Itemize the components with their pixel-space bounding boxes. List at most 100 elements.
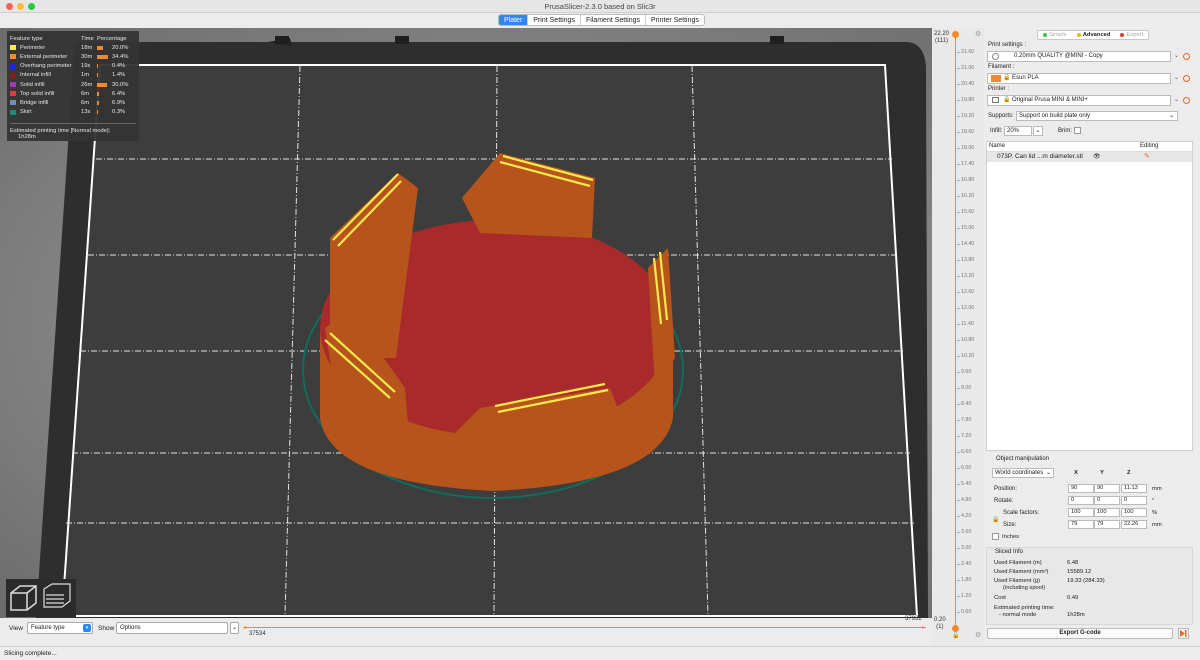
layer-tick-mark [957, 452, 960, 453]
legend-swatch [10, 109, 16, 115]
legend-row[interactable]: Perimeter 18m 20.0% [10, 43, 136, 52]
layer-tick-label: 6.60 [961, 449, 972, 455]
lock-icon[interactable]: 🔒 [992, 516, 999, 523]
supports-select[interactable]: Support on build plate only ⌄ [1016, 111, 1178, 121]
layer-tick-label: 19.20 [961, 113, 975, 119]
legend-row[interactable]: External perimeter 30m 34.4% [10, 52, 136, 61]
size-x-input[interactable]: 79 [1068, 520, 1094, 529]
size-y-input[interactable]: 79 [1094, 520, 1120, 529]
rotate-y-input[interactable]: 0 [1094, 496, 1120, 505]
z-header: Z [1127, 470, 1131, 476]
layer-tick-label: 16.80 [961, 177, 975, 183]
print-settings-label: Print settings : [988, 42, 1027, 48]
view-label: View [9, 625, 23, 632]
infill-dropdown[interactable]: ⌄ [1033, 126, 1043, 136]
supports-value: Support on build plate only [1019, 113, 1091, 119]
rotate-z-input[interactable]: 0 [1121, 496, 1147, 505]
export-gcode-button[interactable]: Export G-code [987, 628, 1173, 639]
tab-print-settings[interactable]: Print Settings [528, 15, 581, 25]
cog-icon[interactable]: ⚙ [975, 30, 981, 38]
slider-right-arrow-icon[interactable]: ▸ [922, 624, 925, 631]
layer-tick-label: 7.20 [961, 433, 972, 439]
tab-printer-settings[interactable]: Printer Settings [646, 15, 704, 25]
legend-feature-percentage: 20.0% [112, 44, 129, 51]
show-options-select[interactable]: Options [116, 622, 228, 634]
legend-row[interactable]: Skirt 13s 0.3% [10, 108, 136, 117]
position-x-input[interactable]: 90 [1068, 484, 1094, 493]
tab-plater[interactable]: Plater [499, 15, 529, 25]
horizontal-move-slider[interactable] [245, 627, 926, 628]
legend-feature-time: 26m [81, 81, 93, 88]
size-z-input[interactable]: 22.26 [1121, 520, 1147, 529]
layer-tick-mark [957, 548, 960, 549]
legend-feature-name: Skirt [20, 109, 32, 116]
legend-percentage-bar [97, 73, 108, 78]
rotate-x-input[interactable]: 0 [1068, 496, 1094, 505]
layer-tick-mark [957, 484, 960, 485]
legend-row[interactable]: Solid infill 26m 30.0% [10, 80, 136, 89]
object-list: Name Editing 073P. Can lid ...m diameter… [986, 141, 1193, 451]
inches-checkbox[interactable] [992, 533, 999, 540]
mode-simple[interactable]: Simple [1038, 31, 1072, 39]
scale-x-input[interactable]: 100 [1068, 508, 1094, 517]
gear-icon[interactable]: ⚙ [975, 631, 981, 639]
layer-bottom-value: 0.20 (1) [934, 617, 946, 630]
layer-slider-rail[interactable] [955, 36, 956, 628]
legend-row[interactable]: Top solid infill 6m 6.4% [10, 89, 136, 98]
filament-color-swatch[interactable] [991, 75, 1001, 82]
lock-icon[interactable]: 🔓 [952, 632, 959, 639]
coordinate-system-select[interactable]: World coordinates ⌄ [992, 468, 1054, 478]
slider-left-arrow-icon[interactable]: ◂ [243, 624, 246, 631]
edit-icon[interactable]: ✎ [1144, 152, 1150, 162]
chevron-down-icon: ⌄ [1173, 97, 1180, 103]
legend-row[interactable]: Internal infill 1m 1.4% [10, 71, 136, 80]
printer-combo[interactable]: 🔒 Original Prusa MINI & MINI+ ⌄ [987, 95, 1179, 106]
print-settings-edit-icon[interactable] [1183, 53, 1190, 60]
legend-row[interactable]: Overhang perimeter 19s 0.4% [10, 62, 136, 71]
eject-icon[interactable] [1178, 628, 1189, 639]
scale-y-input[interactable]: 100 [1094, 508, 1120, 517]
legend-swatch [10, 54, 16, 60]
position-y-input[interactable]: 90 [1094, 484, 1120, 493]
sliced-info-panel: Sliced Info Used Filament (m) 6.48 Used … [986, 547, 1193, 625]
layer-bottom-index: (1) [936, 623, 944, 630]
layer-tick-mark [957, 196, 960, 197]
filament-edit-icon[interactable] [1183, 75, 1190, 82]
feature-legend: Feature type Time Percentage Perimeter 18… [7, 31, 139, 141]
layer-tick-mark [957, 356, 960, 357]
infill-input[interactable]: 20% [1004, 126, 1032, 136]
3d-viewport[interactable]: Feature type Time Percentage Perimeter 18… [0, 28, 932, 618]
object-row[interactable]: 073P. Can lid ...m diameter.stl 👁 ✎ [987, 152, 1192, 162]
tab-filament-settings[interactable]: Filament Settings [581, 15, 647, 25]
cost-value: 0.49 [1067, 595, 1079, 601]
brim-label: Brim: [1058, 128, 1072, 134]
slider-right-value: 37932 [905, 616, 922, 622]
layer-tick-label: 3.00 [961, 545, 972, 551]
legend-row[interactable]: Bridge infill 6m 6.9% [10, 98, 136, 107]
show-label: Show [98, 625, 115, 632]
est-time-label: Estimated printing time: [994, 605, 1055, 611]
legend-feature-time: 19s [81, 63, 91, 70]
legend-feature-percentage: 6.9% [112, 99, 126, 106]
view-type-select[interactable]: Feature type ▾ [27, 622, 93, 634]
inches-label: Inches [1002, 534, 1020, 540]
print-settings-combo[interactable]: 0.20mm QUALITY @MINI - Copy ⌄ [987, 51, 1179, 62]
layer-bottom-handle[interactable] [952, 625, 959, 632]
legend-estimated-time: Estimated printing time [Normal mode]: 1… [10, 122, 136, 140]
filament-combo[interactable]: 🔒 Esun PLA ⌄ [987, 73, 1179, 84]
show-options-dropdown[interactable]: ⌄ [230, 622, 239, 634]
eye-icon[interactable]: 👁 [1093, 152, 1101, 162]
legend-feature-name: Solid infill [20, 81, 45, 88]
chevron-down-icon: ⌄ [1173, 53, 1180, 59]
mode-expert[interactable]: Expert [1115, 31, 1148, 39]
infill-value: 20% [1007, 128, 1020, 134]
mode-advanced[interactable]: Advanced [1072, 31, 1116, 39]
layer-tick-label: 12.00 [961, 305, 975, 311]
scale-z-input[interactable]: 100 [1121, 508, 1147, 517]
position-unit: mm [1152, 486, 1162, 492]
layer-tick-mark [957, 84, 960, 85]
position-z-input[interactable]: 11.13 [1121, 484, 1147, 493]
printer-edit-icon[interactable] [1183, 97, 1190, 104]
brim-checkbox[interactable] [1074, 127, 1081, 134]
window-titlebar: PrusaSlicer-2.3.0 based on Slic3r [0, 0, 1200, 13]
